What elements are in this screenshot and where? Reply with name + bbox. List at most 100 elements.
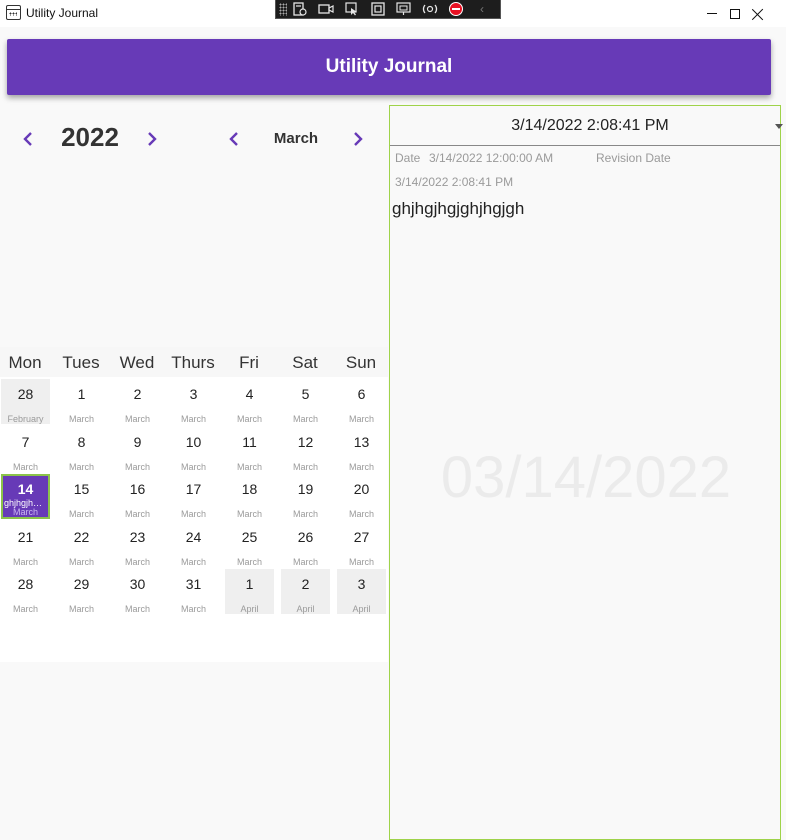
date-watermark: 03/14/2022 [440, 445, 732, 510]
date-value: 3/14/2022 12:00:00 AM [429, 151, 554, 165]
calendar-day-selected[interactable]: 14ghjhgjhgjg...March [1, 474, 50, 519]
revision-dropdown[interactable]: 3/14/2022 2:08:41 PM [390, 106, 783, 146]
calendar-day[interactable]: 21 March [1, 522, 50, 567]
day-number: 5 [301, 386, 310, 402]
collapse-toolbar-button[interactable]: ‹ [469, 0, 495, 19]
calendar-day[interactable]: 2 April [281, 569, 330, 614]
day-month-label: March [180, 604, 206, 614]
calendar-day[interactable]: 12 March [281, 427, 330, 472]
calendar-day[interactable]: 18 March [225, 474, 274, 519]
day-month-label: March [348, 414, 374, 424]
day-month-label: March [180, 509, 206, 519]
calendar-day[interactable]: 28 March [1, 569, 50, 614]
entry-text-editor[interactable]: ghjhgjhgjghjhgjgh [392, 199, 524, 219]
app-header: Utility Journal [7, 39, 771, 95]
day-number: 6 [357, 386, 366, 402]
record-icon [318, 4, 334, 14]
day-number: 7 [21, 434, 30, 450]
track-focus-button[interactable] [391, 0, 417, 19]
calendar-day[interactable]: 2 March [113, 379, 162, 424]
toolbar-grip-icon[interactable] [279, 2, 287, 16]
dropdown-arrow-icon [775, 124, 783, 129]
calendar-day[interactable]: 27 March [337, 522, 386, 567]
weekday-label: Sat [292, 353, 318, 372]
chevron-left-icon [229, 132, 238, 146]
day-number: 30 [129, 576, 146, 592]
day-number: 25 [241, 529, 258, 545]
title-bar: Utility Journal ‹ [0, 0, 786, 27]
previous-year-button[interactable] [18, 127, 38, 151]
revision-dropdown-value: 3/14/2022 2:08:41 PM [511, 117, 669, 134]
calendar-day[interactable]: 29 March [57, 569, 106, 614]
select-element-icon [345, 2, 357, 16]
calendar-day[interactable]: 9 March [113, 427, 162, 472]
display-layout-adorners-button[interactable] [365, 0, 391, 19]
day-number: 4 [245, 386, 254, 402]
calendar-day[interactable]: 22 March [57, 522, 106, 567]
day-number: 8 [77, 434, 86, 450]
weekday-header-row: Mon Tues Wed Thurs Fri Sat Sun [0, 347, 388, 377]
calendar-day[interactable]: 23 March [113, 522, 162, 567]
stop-button[interactable] [443, 0, 469, 19]
day-number: 9 [133, 434, 142, 450]
live-visual-tree-button[interactable] [287, 0, 313, 19]
calendar-day[interactable]: 19 March [281, 474, 330, 519]
day-month-label: March [68, 509, 94, 519]
calendar-day[interactable]: 7 March [1, 427, 50, 472]
calendar-day[interactable]: 5 March [281, 379, 330, 424]
year-label: 2022 [61, 122, 119, 152]
month-calendar: Mon Tues Wed Thurs Fri Sat Sun 28 Februar… [0, 347, 388, 662]
day-month-label: March [124, 509, 150, 519]
day-number: 31 [185, 576, 202, 592]
calendar-day[interactable]: 8 March [57, 427, 106, 472]
calendar-day[interactable]: 4 March [225, 379, 274, 424]
weekday-label: Mon [8, 353, 42, 372]
display-layout-adorners-icon [371, 2, 385, 16]
day-month-label: March [68, 557, 94, 567]
calendar-day[interactable]: 20 March [337, 474, 386, 519]
revision-date-value: 3/14/2022 2:08:41 PM [395, 175, 514, 189]
next-year-button[interactable] [142, 127, 162, 151]
day-month-label: March [236, 557, 262, 567]
weekday-label: Thurs [171, 353, 215, 372]
day-number: 2 [301, 576, 310, 592]
calendar-day[interactable]: 6 March [337, 379, 386, 424]
calendar-day[interactable]: 10 March [169, 427, 218, 472]
day-number: 15 [73, 481, 90, 497]
day-month-label: March [124, 557, 150, 567]
day-number: 2 [133, 386, 142, 402]
weekday-label: Tues [62, 353, 100, 372]
weekday-label: Fri [239, 353, 259, 372]
day-month-label: March [180, 414, 206, 424]
calendar-day[interactable]: 17 March [169, 474, 218, 519]
day-number: 1 [77, 386, 86, 402]
calendar-day[interactable]: 28 February [1, 379, 50, 424]
calendar-day[interactable]: 31 March [169, 569, 218, 614]
previous-month-button[interactable] [224, 127, 244, 151]
day-month-label: March [236, 509, 262, 519]
calendar-day[interactable]: 26 March [281, 522, 330, 567]
calendar-day[interactable]: 16 March [113, 474, 162, 519]
weekday-label: Wed [119, 353, 155, 372]
calendar-day[interactable]: 15 March [57, 474, 106, 519]
day-month-label: April [352, 604, 371, 614]
next-month-button[interactable] [348, 127, 368, 151]
calendar-day[interactable]: 3 April [337, 569, 386, 614]
day-number: 24 [185, 529, 202, 545]
calendar-day[interactable]: 11 March [225, 427, 274, 472]
hot-reload-button[interactable] [417, 0, 443, 19]
calendar-day[interactable]: 1 March [57, 379, 106, 424]
window-title: Utility Journal [26, 6, 99, 20]
day-month-label: March [68, 414, 94, 424]
calendar-day[interactable]: 3 March [169, 379, 218, 424]
close-button[interactable] [735, 0, 781, 27]
select-element-button[interactable] [339, 0, 365, 19]
day-number: 1 [245, 576, 254, 592]
calendar-day[interactable]: 30 March [113, 569, 162, 614]
record-button[interactable] [313, 0, 339, 19]
calendar-day[interactable]: 25 March [225, 522, 274, 567]
calendar-day[interactable]: 13 March [337, 427, 386, 472]
calendar-day[interactable]: 24 March [169, 522, 218, 567]
day-month-label: March [292, 557, 318, 567]
calendar-day[interactable]: 1 April [225, 569, 274, 614]
